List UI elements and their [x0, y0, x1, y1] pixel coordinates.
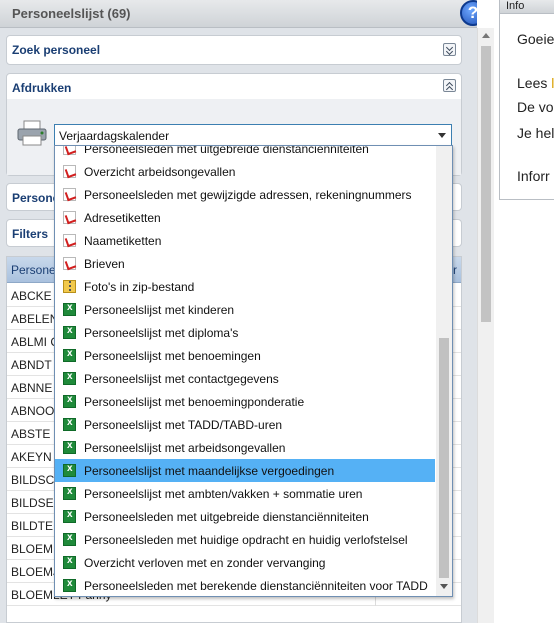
dropdown-option-label: Brieven	[84, 257, 125, 271]
dropdown-option[interactable]: Personeelslijst met contactgegevens	[55, 367, 435, 390]
info-title: Info	[506, 0, 525, 12]
dropdown-option[interactable]: Personeelslijst met benoemingen	[55, 344, 435, 367]
info-line: Lees l	[517, 75, 554, 91]
dropdown-option-label: Personeelslijst met diploma's	[84, 326, 239, 340]
excel-icon	[63, 463, 76, 477]
pdf-icon	[63, 188, 76, 201]
section-title: Filters	[12, 227, 49, 241]
cell-name: ABLMI C	[11, 335, 60, 349]
cell-name: ABELEN	[11, 312, 59, 326]
excel-icon	[63, 325, 76, 339]
print-report-select[interactable]: Verjaardagskalender	[54, 124, 452, 146]
dropdown-option[interactable]: Personeelslijst met benoemingponderatie	[55, 390, 435, 413]
dropdown-option[interactable]: Personeelslijst met TADD/TABD-uren	[55, 413, 435, 436]
scroll-down-icon[interactable]	[440, 584, 448, 589]
dropdown-option-label: Personeelslijst met ambten/vakken + somm…	[84, 487, 363, 501]
dropdown-option-label: Naametiketten	[84, 234, 162, 248]
dropdown-scrollbar[interactable]	[436, 146, 452, 596]
dropdown-option[interactable]: Overzicht verloven met en zonder vervang…	[55, 551, 435, 574]
dropdown-option[interactable]: Personeelslijst met kinderen	[55, 298, 435, 321]
section-title: Persone	[12, 191, 60, 205]
section-zoek-personeel[interactable]: Zoek personeel	[6, 35, 462, 65]
dropdown-option[interactable]: Personeelsleden met gewijzigde adressen,…	[55, 183, 435, 206]
scroll-up-icon[interactable]	[482, 33, 490, 38]
cell-name: AKEYN I	[11, 450, 59, 464]
dropdown-option-label: Personeelslijst met maandelijkse vergoed…	[84, 464, 335, 478]
excel-icon	[63, 555, 76, 569]
excel-icon	[63, 302, 76, 316]
info-line: Inforr	[517, 168, 550, 184]
info-line: Je hel	[517, 125, 554, 141]
excel-icon	[63, 486, 76, 500]
dropdown-option-label: Personeelslijst met kinderen	[84, 303, 235, 317]
cell-name: BLOEMI	[11, 542, 57, 556]
dropdown-option[interactable]: Naametiketten	[55, 229, 435, 252]
dropdown-option[interactable]: Overzicht arbeidsongevallen	[55, 160, 435, 183]
dropdown-option[interactable]: Personeelsleden met berekende dienstanci…	[55, 574, 435, 596]
dropdown-option[interactable]: Personeelslijst met maandelijkse vergoed…	[55, 459, 435, 482]
dropdown-option-label: Personeelsleden met huidige opdracht en …	[84, 533, 408, 547]
dropdown-option[interactable]: Foto's in zip-bestand	[55, 275, 435, 298]
dropdown-option[interactable]: Personeelslijst met ambten/vakken + somm…	[55, 482, 435, 505]
dropdown-option[interactable]: Personeelsleden met huidige opdracht en …	[55, 528, 435, 551]
excel-icon	[63, 509, 76, 523]
pdf-icon	[63, 211, 76, 224]
dropdown-option[interactable]: Adresetiketten	[55, 206, 435, 229]
collapse-icon[interactable]	[443, 79, 456, 94]
expand-icon[interactable]	[443, 43, 456, 56]
excel-icon	[63, 578, 76, 592]
cell-name: ABNOO	[11, 404, 55, 418]
info-panel: Info Goeie Lees l De vo Je hel Inforr	[499, 0, 554, 200]
pdf-icon	[63, 257, 76, 270]
chevron-down-icon[interactable]	[438, 133, 446, 138]
dropdown-option-label: Personeelsleden met uitgebreide dienstan…	[84, 145, 369, 156]
info-line: De vo	[517, 99, 554, 115]
dropdown-option-label: Adresetiketten	[84, 211, 161, 225]
excel-icon	[63, 348, 76, 362]
scrollbar-thumb[interactable]	[481, 46, 491, 322]
dropdown-option-label: Personeelslijst met benoemingen	[84, 349, 261, 363]
cell-name: ABNDT	[11, 358, 52, 372]
help-icon[interactable]: ?	[460, 0, 477, 26]
panel-header: Personeelslijst (69) ?	[0, 0, 477, 28]
dropdown-option-label: Personeelsleden met berekende dienstanci…	[84, 579, 428, 593]
panel-scrollbar[interactable]	[477, 28, 494, 623]
column-header-name[interactable]: Persone	[11, 263, 56, 277]
dropdown-option-label: Personeelsleden met gewijzigde adressen,…	[84, 188, 412, 202]
dropdown-option[interactable]: Personeelsleden met uitgebreide dienstan…	[55, 505, 435, 528]
dropdown-option-label: Overzicht arbeidsongevallen	[84, 165, 236, 179]
section-title: Afdrukken	[12, 81, 72, 95]
print-report-dropdown[interactable]: Personeelsleden met uitgebreide dienstan…	[54, 145, 453, 597]
dropdown-option[interactable]: Personeelslijst met diploma's	[55, 321, 435, 344]
dropdown-scrollbar-thumb[interactable]	[439, 338, 449, 578]
dropdown-option-label: Overzicht verloven met en zonder vervang…	[84, 556, 326, 570]
excel-icon	[63, 417, 76, 431]
pdf-icon	[63, 234, 76, 247]
excel-icon	[63, 371, 76, 385]
section-title: Zoek personeel	[12, 43, 101, 57]
column-header-number[interactable]: r	[453, 263, 457, 277]
zip-icon	[63, 280, 76, 293]
dropdown-option[interactable]: Brieven	[55, 252, 435, 275]
panel-title: Personeelslijst (69)	[12, 6, 131, 21]
excel-icon	[63, 532, 76, 546]
printer-icon[interactable]	[17, 120, 47, 146]
dropdown-option-label: Personeelslijst met contactgegevens	[84, 372, 279, 386]
dropdown-option[interactable]: Personeelslijst met arbeidsongevallen	[55, 436, 435, 459]
pdf-icon	[63, 165, 76, 178]
dropdown-option-label: Personeelslijst met TADD/TABD-uren	[84, 418, 283, 432]
info-header: Info	[500, 0, 554, 14]
cell-name: ABNNE	[11, 381, 53, 395]
select-value: Verjaardagskalender	[59, 129, 170, 143]
info-line: Goeie	[517, 31, 554, 47]
pdf-icon	[63, 146, 76, 155]
dropdown-option-label: Personeelslijst met benoemingponderatie	[84, 395, 305, 409]
excel-icon	[63, 440, 76, 454]
excel-icon	[63, 394, 76, 408]
dropdown-option-label: Personeelsleden met uitgebreide dienstan…	[84, 510, 369, 524]
dropdown-option-label: Foto's in zip-bestand	[84, 280, 195, 294]
dropdown-option-label: Personeelslijst met arbeidsongevallen	[84, 441, 286, 455]
dropdown-option[interactable]: Personeelsleden met uitgebreide dienstan…	[55, 145, 435, 160]
